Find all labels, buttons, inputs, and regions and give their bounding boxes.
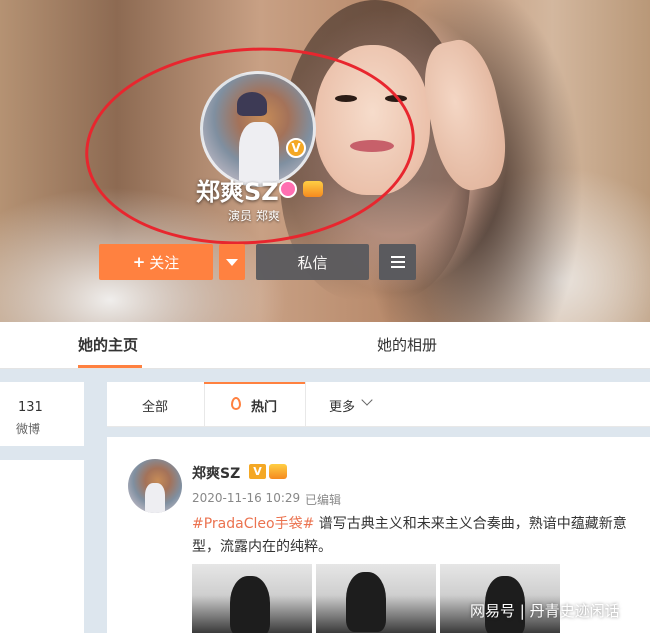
profile-avatar[interactable]: [200, 71, 316, 187]
tab-album[interactable]: 她的相册: [377, 334, 437, 355]
crown-badge-icon[interactable]: [269, 464, 287, 479]
weibo-count[interactable]: 131: [18, 400, 43, 415]
pink-badge-icon[interactable]: [279, 180, 297, 198]
post-edited-label: 已编辑: [305, 493, 342, 507]
menu-icon: [390, 266, 405, 268]
chevron-down-icon[interactable]: [361, 394, 373, 406]
verified-v-icon: V: [249, 464, 266, 479]
post-hashtag[interactable]: #PradaCleo手袋#: [192, 516, 314, 532]
feed-tab-all[interactable]: 全部: [142, 396, 168, 415]
profile-subtitle: 演员 郑爽: [228, 209, 280, 223]
feed-tab-hot-label: 热门: [251, 400, 278, 415]
side-panel: [0, 460, 84, 633]
profile-name: 郑爽SZ: [196, 178, 279, 206]
post-image[interactable]: [440, 564, 560, 633]
menu-icon: [390, 261, 405, 263]
more-menu-button[interactable]: [379, 244, 416, 280]
verified-v-icon: V: [286, 138, 306, 158]
follow-dropdown-button[interactable]: [219, 244, 245, 280]
follow-button-label: 关注: [149, 253, 180, 272]
post-image[interactable]: [192, 564, 312, 633]
post-author-name[interactable]: 郑爽SZ: [192, 463, 240, 483]
image-figure: [346, 572, 386, 632]
fire-icon: [231, 397, 241, 410]
dropdown-arrow-icon: [226, 258, 238, 266]
weibo-count-label[interactable]: 微博: [16, 420, 40, 437]
feed-tab-hot[interactable]: 热门: [204, 382, 306, 426]
feed-tab-more[interactable]: 更多: [329, 396, 355, 415]
post-text: #PradaCleo手袋# 谱写古典主义和未来主义合奏曲，熟谙中蕴藏新意型，流露…: [192, 513, 647, 559]
menu-icon: [390, 256, 405, 258]
source-watermark: 网易号 | 丹青史迹闲话: [470, 602, 620, 620]
avatar-figure: [145, 483, 165, 513]
tab-home[interactable]: 她的主页: [78, 334, 138, 355]
plus-icon: +: [132, 253, 146, 271]
post-timestamp[interactable]: 2020-11-16 10:29: [192, 491, 300, 505]
active-feed-tab-indicator: [204, 382, 305, 384]
crown-badge-icon[interactable]: [303, 181, 323, 197]
profile-tab-bar: 她的主页 她的相册: [0, 322, 650, 369]
follow-button[interactable]: + 关注: [99, 244, 213, 280]
image-figure: [230, 576, 270, 633]
stats-panel: 131 微博: [0, 382, 84, 446]
post-image[interactable]: [316, 564, 436, 633]
active-tab-indicator: [78, 365, 142, 368]
avatar-hat: [237, 92, 267, 116]
message-button[interactable]: 私信: [256, 244, 369, 280]
feed-filter-bar: 全部 热门 更多: [107, 382, 650, 427]
post-author-avatar[interactable]: [128, 459, 182, 513]
